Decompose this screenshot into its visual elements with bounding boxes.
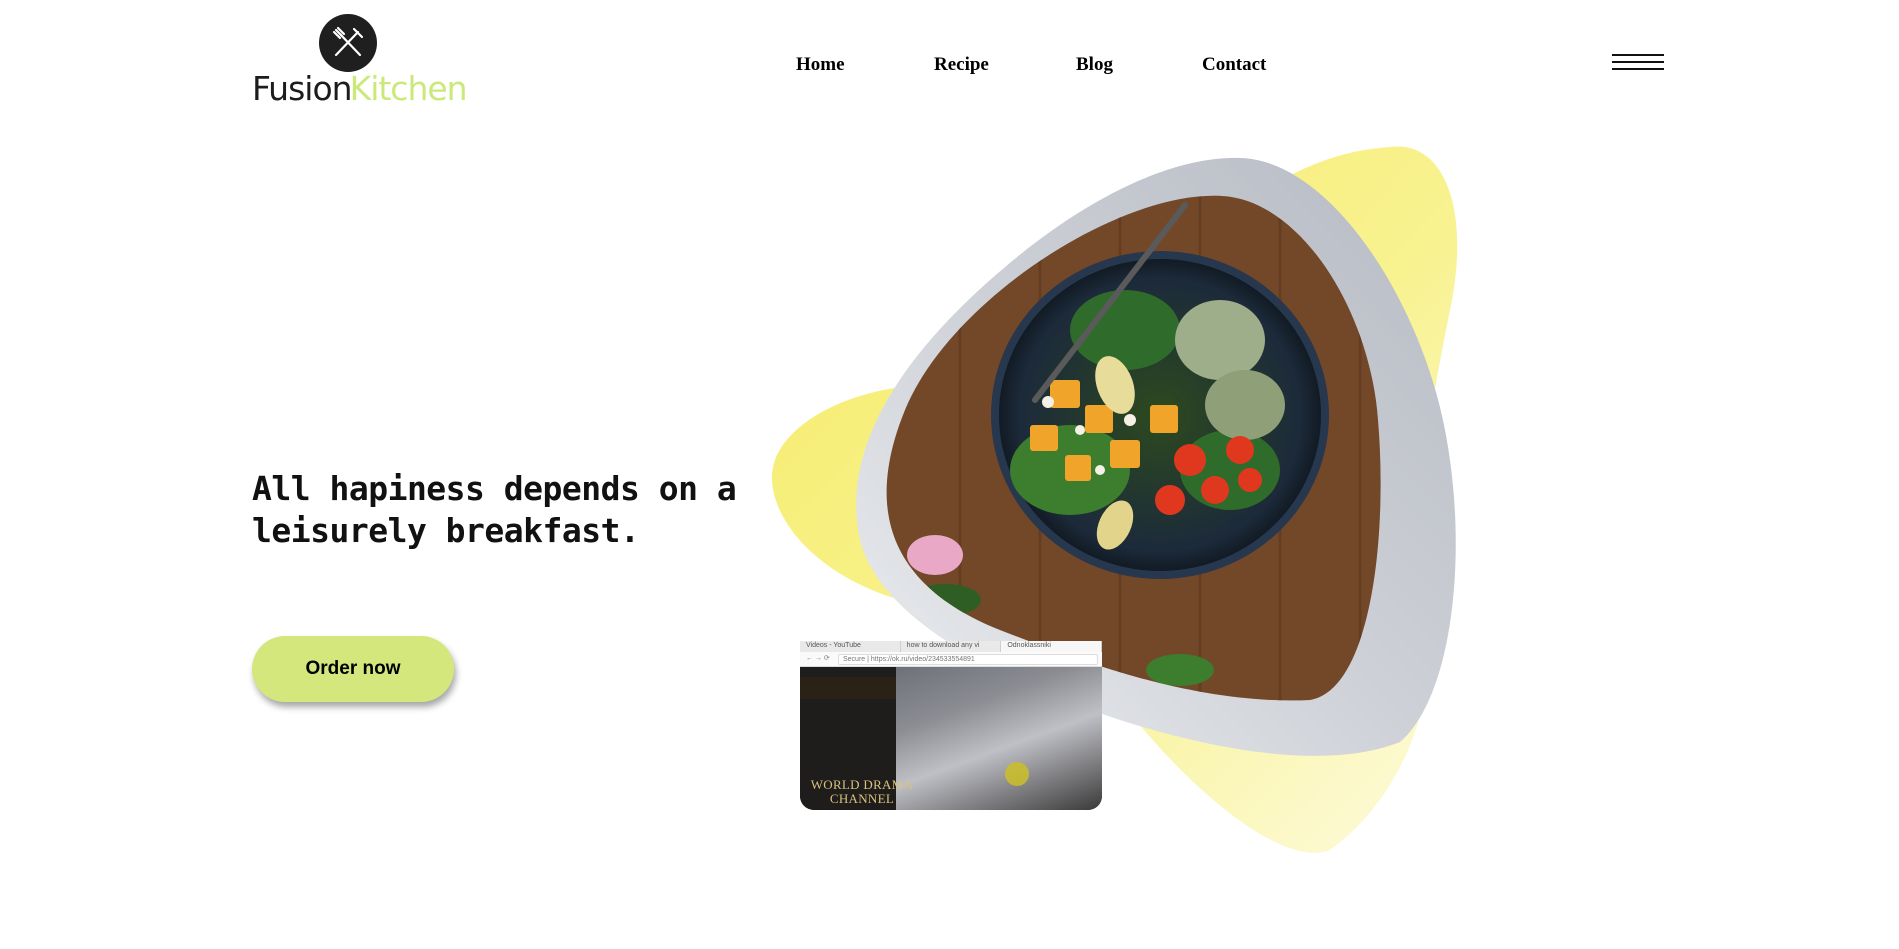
url-text: https://ok.ru/video/234533554891 (870, 656, 975, 663)
nav-home[interactable]: Home (796, 54, 845, 76)
brand-name-part1: Fusion (252, 69, 353, 108)
brand-logo[interactable]: FusionKitchen (252, 12, 468, 112)
video-frame: WORLD DRAMA CHANNEL (800, 667, 1102, 810)
hero-headline: All hapiness depends on a leisurely break… (252, 468, 792, 552)
browser-tab: Odnoklassniki (1001, 641, 1102, 652)
video-thumbnail[interactable]: Videos - YouTube how to download any vi … (800, 641, 1102, 810)
secure-label: Secure (843, 656, 866, 663)
reload-icon: ← → ⟳ (806, 655, 830, 662)
browser-address-bar: ← → ⟳ Secure | https://ok.ru/video/23453… (800, 652, 1102, 667)
video-caption: WORLD DRAMA CHANNEL (810, 777, 914, 806)
hero-headline-line1: All hapiness depends on a (252, 469, 737, 508)
brand-name-part2: Kitchen (349, 69, 468, 108)
order-now-button[interactable]: Order now (252, 636, 454, 702)
fork-knife-crossed-icon (319, 14, 377, 72)
browser-tab: how to download any vi (901, 641, 1002, 652)
page: FusionKitchen Home Recipe Blog Contact A… (0, 0, 1899, 949)
nav-recipe[interactable]: Recipe (934, 54, 989, 76)
hero-headline-line2: leisurely breakfast. (252, 511, 640, 550)
nav-blog[interactable]: Blog (1076, 54, 1113, 76)
nav-contact[interactable]: Contact (1202, 54, 1266, 76)
browser-tab-strip: Videos - YouTube how to download any vi … (800, 641, 1102, 652)
browser-tab: Videos - YouTube (800, 641, 901, 652)
salad-bowl-photo (886, 195, 1381, 701)
cursor-highlight-icon (1005, 762, 1029, 786)
brand-name: FusionKitchen (252, 69, 468, 108)
hamburger-menu-icon[interactable] (1612, 54, 1664, 74)
